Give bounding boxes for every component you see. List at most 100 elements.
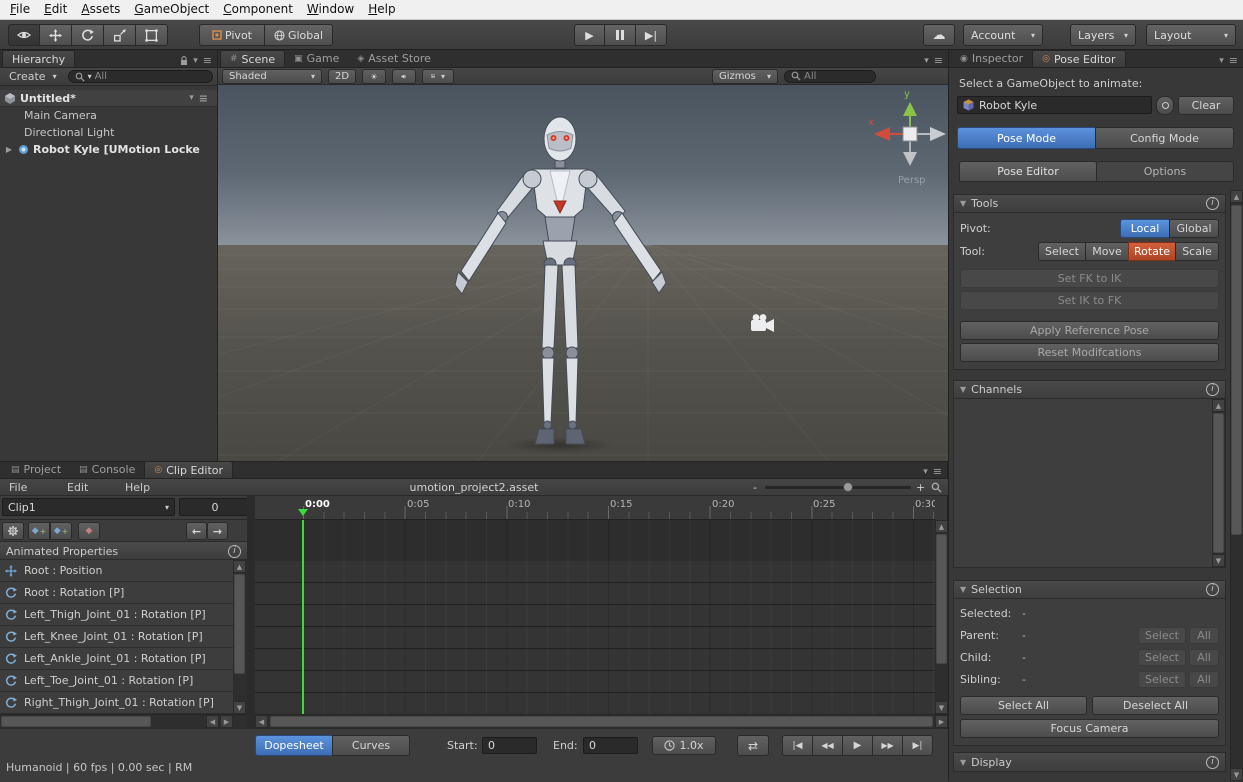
orientation-gizmo[interactable]: y x Persp [868,91,948,191]
clear-button[interactable]: Clear [1178,96,1234,115]
account-dropdown[interactable]: Account▾ [963,24,1043,46]
display-section-header[interactable]: ▼ Display i [954,753,1225,771]
child-select-button[interactable]: Select [1138,649,1186,666]
tools-section-header[interactable]: ▼ Tools i [954,195,1225,213]
scene-viewport[interactable]: y x Persp [218,85,948,461]
search-icon[interactable] [931,482,942,493]
layout-dropdown[interactable]: Layout▾ [1146,24,1236,46]
zoom-slider[interactable] [765,486,911,489]
splitter[interactable] [247,496,255,728]
menu-gameobject[interactable]: GameObject [127,0,216,19]
shading-mode-dropdown[interactable]: Shaded▾ [222,69,322,84]
selection-section-header[interactable]: ▼ Selection i [954,581,1225,599]
pose-editor-scrollbar[interactable]: ▲ ▼ [1230,190,1243,781]
scene-search-input[interactable]: All [784,70,876,83]
scroll-down-icon[interactable]: ▼ [1230,768,1243,781]
properties-scrollbar[interactable]: ▲ ▼ [233,560,247,714]
tab-clip-editor[interactable]: ◎Clip Editor [144,461,233,478]
global-button[interactable]: Global [265,24,333,46]
parent-all-button[interactable]: All [1189,627,1219,644]
playhead-marker[interactable] [298,509,308,516]
chevron-down-icon[interactable]: ▾ [1219,56,1224,66]
subtab-pose-editor[interactable]: Pose Editor [959,161,1097,182]
tab-scene[interactable]: #Scene [220,50,285,67]
end-field[interactable]: 0 [583,737,638,754]
lighting-toggle[interactable] [362,69,386,84]
property-row[interactable]: Left_Knee_Joint_01 : Rotation [P] [0,626,233,648]
scroll-up-icon[interactable]: ▲ [1230,190,1243,203]
property-row[interactable]: Left_Ankle_Joint_01 : Rotation [P] [0,648,233,670]
scroll-down-icon[interactable]: ▼ [935,701,948,714]
clip-play-button[interactable]: ▶ [842,735,873,756]
info-icon[interactable]: i [228,545,241,558]
clip-dropdown[interactable]: Clip1 ▾ [2,498,175,516]
scene-menu-icon[interactable]: ≡ [199,92,208,105]
zoom-in-icon[interactable]: + [916,481,925,494]
timeline-vscrollbar[interactable]: ▲ ▼ [935,520,948,714]
cloud-button[interactable]: ☁ [923,24,955,46]
panel-menu-icon[interactable]: ≡ [934,54,943,67]
panel-menu-icon[interactable]: ≡ [933,465,942,478]
create-button[interactable]: Create▾ [4,69,62,85]
scroll-down-icon[interactable]: ▼ [233,701,246,714]
chevron-down-icon[interactable]: ▾ [193,56,198,66]
camera-gizmo-icon[interactable] [750,313,776,333]
scale-tool-button[interactable] [104,24,136,46]
tool-move-button[interactable]: Move [1085,242,1129,261]
tab-project[interactable]: ▤Project [2,461,70,478]
tab-console[interactable]: ▤Console [70,461,144,478]
prev-keyframe-button[interactable]: ← [186,522,207,540]
select-all-button[interactable]: Select All [960,696,1087,715]
property-row[interactable]: Root : Rotation [P] [0,582,233,604]
playhead-line[interactable] [302,520,304,714]
zoom-out-icon[interactable]: - [753,481,757,494]
sibling-all-button[interactable]: All [1189,671,1219,688]
expand-arrow-icon[interactable]: ▶ [4,145,14,154]
tool-rotate-button[interactable]: Rotate [1128,242,1176,261]
projection-label[interactable]: Persp [898,175,926,186]
property-row[interactable]: Right_Thigh_Joint_01 : Rotation [P] [0,692,233,714]
hand-tool-button[interactable] [8,24,40,46]
scroll-left-icon[interactable]: ◀ [206,715,219,728]
channels-section-header[interactable]: ▼ Channels i [954,381,1225,399]
audio-toggle[interactable] [392,69,416,84]
info-icon[interactable]: i [1206,383,1219,396]
step-button[interactable]: ▶| [636,24,667,46]
delete-keyframe-button[interactable]: ◆ [78,522,100,540]
config-mode-button[interactable]: Config Mode [1095,127,1234,149]
property-row-root-position[interactable]: Root : Position [0,560,233,582]
scroll-up-icon[interactable]: ▲ [1212,399,1225,412]
2d-toggle[interactable]: 2D [328,69,356,84]
play-button[interactable]: ▶ [574,24,605,46]
effects-dropdown[interactable]: ▾ [422,69,454,84]
chevron-down-icon[interactable]: ▾ [189,93,194,103]
scroll-up-icon[interactable]: ▲ [233,560,246,573]
properties-hscrollbar[interactable]: ◀ ▶ [0,714,247,728]
frame-field[interactable]: 0 [179,498,251,516]
hierarchy-search-input[interactable]: ▾ All [68,70,213,83]
go-to-start-button[interactable]: |◀ [782,735,813,756]
tool-select-button[interactable]: Select [1038,242,1086,261]
timeline-hscrollbar[interactable]: ◀ ▶ [255,714,948,728]
property-row[interactable]: Left_Thigh_Joint_01 : Rotation [P] [0,604,233,626]
pause-button[interactable] [605,24,636,46]
info-icon[interactable]: i [1206,756,1219,769]
scroll-right-icon[interactable]: ▶ [935,715,948,728]
set-ik-to-fk-button[interactable]: Set IK to FK [960,291,1219,310]
reset-modifications-button[interactable]: Reset Modifcations [960,343,1219,362]
playback-speed-button[interactable]: 1.0x [652,736,716,755]
next-frame-button[interactable]: ▶▶ [872,735,903,756]
rotate-tool-button[interactable] [72,24,104,46]
tab-inspector[interactable]: ◉Inspector [951,50,1032,67]
hierarchy-item-robot-kyle[interactable]: ▶ Robot Kyle [UMotion Locke [0,141,217,158]
move-tool-button[interactable] [40,24,72,46]
robot-kyle-model[interactable] [455,113,667,453]
dopesheet-tab[interactable]: Dopesheet [255,735,333,756]
zoom-slider-thumb[interactable] [843,482,853,492]
rect-tool-button[interactable] [136,24,168,46]
chevron-down-icon[interactable]: ▾ [923,467,928,477]
panel-menu-icon[interactable]: ≡ [203,54,212,67]
scroll-up-icon[interactable]: ▲ [935,520,948,533]
scroll-right-icon[interactable]: ▶ [220,715,233,728]
add-all-keyframes-button[interactable]: ◆+ [50,522,72,540]
